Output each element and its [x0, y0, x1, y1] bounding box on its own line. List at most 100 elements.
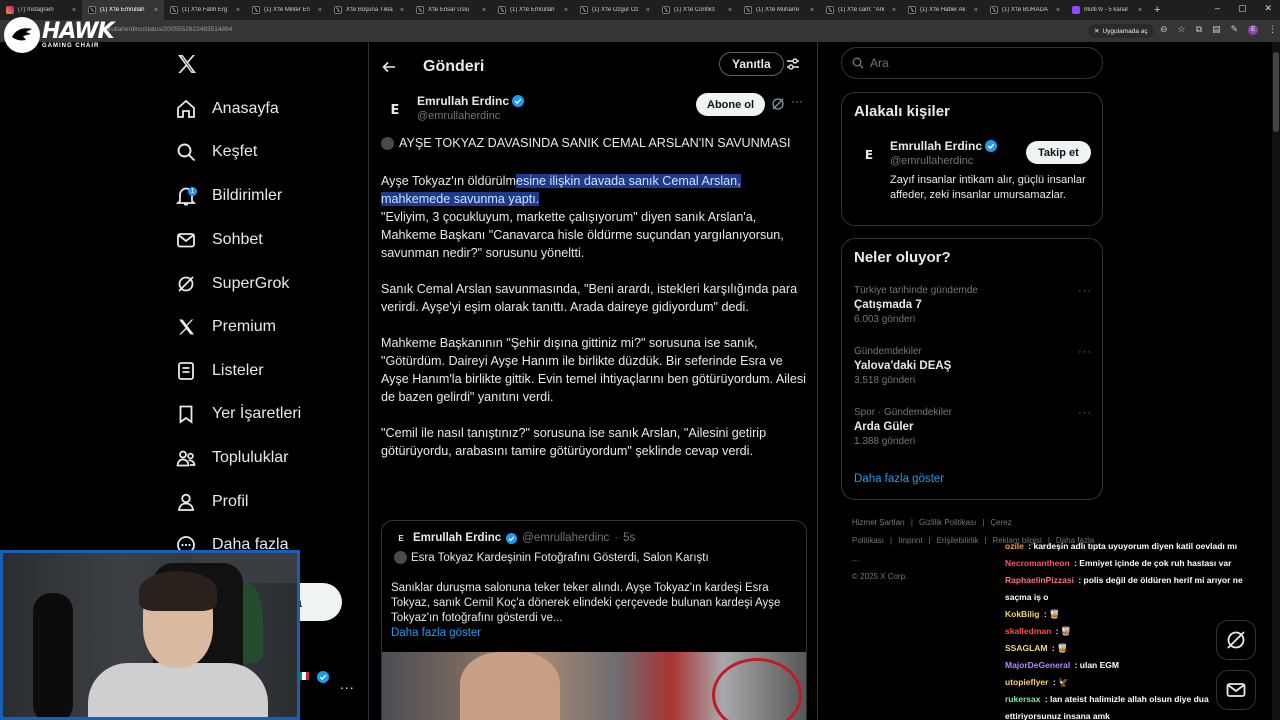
nav-item-profil[interactable]: Profil [175, 486, 248, 518]
open-in-app-chip[interactable]: ✕ Uygulamada aç [1088, 24, 1154, 38]
chat-username[interactable]: rukersax [1005, 694, 1040, 704]
browser-tab[interactable]: 𝕏 (1) X'te Muharre × [738, 0, 820, 20]
browser-tab[interactable]: 𝕏 (1) X'te Conflict × [656, 0, 738, 20]
author-name-row[interactable]: Emrullah Erdinc [417, 94, 525, 108]
maximize-icon[interactable]: ▢ [1238, 3, 1247, 14]
close-tab-icon[interactable]: × [974, 7, 978, 14]
trend-more-icon[interactable]: ··· [1078, 407, 1092, 419]
browser-tab[interactable]: 𝕏 (1) X'te Fatih Erg × [164, 0, 246, 20]
chat-username[interactable]: utopieflyer [1005, 677, 1048, 687]
home-icon [175, 98, 197, 120]
nav-item-sohbet[interactable]: Sohbet [175, 224, 263, 256]
browser-tab[interactable]: 𝕏 X'te Ensar Uslu × [410, 0, 492, 20]
nav-item-anasayfa[interactable]: Anasayfa [175, 93, 279, 125]
post-headline-text: AYŞE TOKYAZ DAVASINDA SANIK CEMAL ARSLAN… [399, 136, 791, 150]
browser-tab[interactable]: 𝕏 (1) X'te Militer En × [246, 0, 328, 20]
nav-item-yer-i-şaretleri[interactable]: Yer İşaretleri [175, 398, 301, 430]
chat-username[interactable]: KokBilig [1005, 609, 1039, 619]
grok-floating-button[interactable] [1216, 620, 1256, 660]
chat-username[interactable]: RaphaelinPizzasi [1005, 575, 1074, 585]
selected-text: esine ilişkin davada sanık Cemal Arslan, [515, 174, 741, 188]
sidebar-icon[interactable]: ▤ [1212, 24, 1221, 35]
show-more-trends-link[interactable]: Daha fazla göster [854, 473, 944, 485]
follow-button[interactable]: Takip et [1026, 141, 1091, 164]
account-menu-button[interactable]: ... [340, 676, 355, 692]
close-tab-icon[interactable]: × [892, 7, 896, 14]
zoom-icon[interactable]: ⊖ [1160, 24, 1168, 35]
more-icon[interactable]: ··· [791, 94, 803, 108]
close-tab-icon[interactable]: × [1056, 7, 1060, 14]
footer-link[interactable]: Gizlilik Politikası [919, 518, 976, 527]
browser-tab[interactable]: 𝕏 (1) X'te Özgür Öz × [574, 0, 656, 20]
minimize-icon[interactable]: – [1215, 3, 1220, 14]
messages-floating-button[interactable] [1216, 670, 1256, 710]
close-tab-icon[interactable]: × [72, 7, 76, 14]
trend-item[interactable]: Gündemdekiler Yalova'daki DEAŞ 3.518 gönde… [854, 346, 1092, 396]
chat-username[interactable]: ozile [1005, 541, 1024, 551]
nav-item-keşfet[interactable]: Keşfet [175, 136, 257, 168]
search-input[interactable] [870, 56, 1070, 70]
reply-button[interactable]: Yanıtla [719, 52, 784, 76]
chat-username[interactable]: SSAGLAM [1005, 643, 1048, 653]
nav-item-listeler[interactable]: Listeler [175, 355, 264, 387]
quoted-post[interactable]: E Emrullah Erdinc @emrullaherdinc · 5s E… [381, 520, 807, 720]
quoted-post-time: 5s [623, 532, 636, 544]
browser-tab[interactable]: 𝕏 (1) X'te cam: "Ark × [820, 0, 902, 20]
trend-more-icon[interactable]: ··· [1078, 346, 1092, 358]
star-icon[interactable]: ☆ [1178, 24, 1186, 35]
chat-username[interactable]: skalledman [1005, 626, 1051, 636]
sliders-icon[interactable] [785, 56, 801, 72]
close-tab-icon[interactable]: × [728, 7, 732, 14]
close-tab-icon[interactable]: × [564, 7, 568, 14]
browser-tab[interactable]: 𝕏 (1) X'te Emrullah × [492, 0, 574, 20]
nav-item-label: Sohbet [212, 231, 263, 248]
trend-more-icon[interactable]: ··· [1078, 285, 1092, 297]
show-more-link[interactable]: Daha fazla göster [391, 627, 481, 639]
nav-item-topluluklar[interactable]: Topluluklar [175, 442, 288, 474]
browser-tab[interactable]: Multi tv - 5 kanal × [1066, 0, 1148, 20]
browser-tab[interactable]: 𝕏 X'te Boşuna Tıkla × [328, 0, 410, 20]
relevant-name-row[interactable]: Emrullah Erdinc [890, 139, 998, 153]
author-handle[interactable]: @emrullaherdinc [417, 110, 500, 122]
close-tab-icon[interactable]: × [236, 7, 240, 14]
trend-item[interactable]: Türkiye tarihinde gündemde Çatışmada 7 6.0… [854, 285, 1092, 335]
back-arrow-icon[interactable] [381, 59, 397, 75]
browser-tab[interactable]: 𝕏 (1) X'te BURADA × [984, 0, 1066, 20]
color-icon[interactable]: ✎ [1231, 24, 1239, 35]
browser-tab[interactable]: 𝕏 (1) X'te Haber Ak × [902, 0, 984, 20]
profile-avatar[interactable]: E [1248, 24, 1259, 35]
footer-separator: | [984, 536, 987, 545]
author-avatar[interactable]: E [381, 96, 409, 124]
grok-icon[interactable] [771, 97, 785, 111]
nav-item-supergrok[interactable]: SuperGrok [175, 268, 289, 300]
x-logo-icon[interactable] [175, 52, 201, 78]
close-tab-icon[interactable]: × [318, 7, 322, 14]
menu-icon[interactable]: ⋮ [1268, 24, 1277, 35]
footer-link[interactable]: Hizmet Şartları [852, 518, 905, 527]
relevant-avatar[interactable]: E [857, 143, 881, 167]
footer-link[interactable]: Imprint [898, 536, 922, 545]
chat-separator: : [1072, 660, 1080, 670]
close-tab-icon[interactable]: × [810, 7, 814, 14]
scrollbar-thumb[interactable] [1273, 52, 1279, 132]
url-text[interactable]: emrullaherdinc/status/200555262348351489… [100, 26, 232, 33]
nav-item-bildirimler[interactable]: 1 Bildirimler [175, 180, 282, 212]
nav-item-premium[interactable]: Premium [175, 311, 276, 343]
new-tab-button[interactable]: + [1148, 4, 1166, 16]
chat-username[interactable]: MajorDeGeneral [1005, 660, 1070, 670]
close-tab-icon[interactable]: × [1138, 7, 1142, 14]
subscribe-button[interactable]: Abone ol [696, 93, 766, 116]
close-tab-icon[interactable]: × [400, 7, 404, 14]
close-window-icon[interactable]: ✕ [1264, 3, 1272, 14]
quoted-post-image[interactable] [382, 652, 806, 720]
close-tab-icon[interactable]: × [482, 7, 486, 14]
search-box[interactable] [841, 47, 1103, 79]
chat-username[interactable]: Necromantheon [1005, 558, 1070, 568]
trend-item[interactable]: Spor · Gündemdekiler Arda Güler 1.388 gönd… [854, 407, 1092, 457]
footer-link[interactable]: Erişilebilirlik [937, 536, 979, 545]
close-tab-icon[interactable]: × [646, 7, 650, 14]
browser-tab-label: (1) X'te Muharre [756, 7, 800, 13]
extensions-icon[interactable]: ⧉ [1196, 24, 1202, 35]
relevant-handle[interactable]: @emrullaherdinc [890, 155, 973, 167]
close-tab-icon[interactable]: × [154, 7, 158, 14]
